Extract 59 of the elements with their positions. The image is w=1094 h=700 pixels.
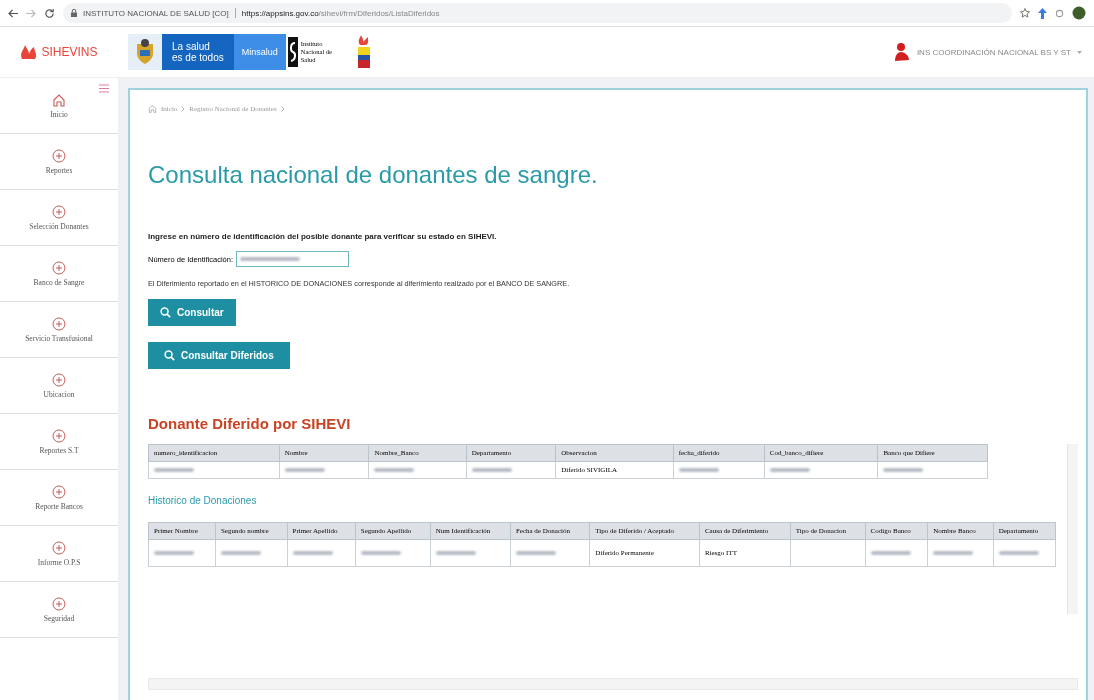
url-text: https://appsins.gov.co/sihevi/frm/Diferidos/ListaDiferidos xyxy=(241,8,440,18)
brand-logo[interactable]: SIHEVINS xyxy=(0,44,118,60)
blurred-value xyxy=(374,468,415,472)
home-icon xyxy=(52,92,66,107)
section-title: Historico de Donaciones xyxy=(148,495,258,506)
plus-circle-icon xyxy=(52,372,66,387)
user-menu[interactable]: INS COORDINACIÓN NACIONAL BS Y ST xyxy=(892,42,1094,62)
id-input-field[interactable] xyxy=(236,251,350,267)
plus-circle-icon xyxy=(52,596,66,611)
plus-circle-icon xyxy=(52,540,66,555)
plus-circle-icon xyxy=(52,204,66,219)
blurred-value xyxy=(870,551,911,555)
back-icon[interactable] xyxy=(8,8,18,18)
blurred-value xyxy=(471,468,512,472)
user-icon xyxy=(892,42,911,62)
institute-logo-icon xyxy=(287,37,298,67)
section-title: Donante Diferido por SIHEVI xyxy=(148,415,352,432)
site-label: INSTITUTO NACIONAL DE SALUD [CO] xyxy=(83,8,229,18)
blurred-value xyxy=(998,551,1039,555)
chevron-icon xyxy=(280,105,285,112)
slogan-text: La salud es de todos xyxy=(162,34,234,70)
star-icon[interactable] xyxy=(1020,8,1030,18)
menu-icon[interactable] xyxy=(99,84,109,93)
ministry-label: Minsalud xyxy=(233,34,286,70)
instruction-text: Ingrese en número de identificación del posible donante para verificar su estado en SIHEVI. xyxy=(148,232,498,241)
search-icon xyxy=(164,350,175,361)
plus-circle-icon xyxy=(52,316,66,331)
search-icon xyxy=(160,307,171,318)
blurred-value xyxy=(154,468,194,472)
plus-circle-icon xyxy=(52,260,66,275)
plus-circle-icon xyxy=(52,148,66,163)
plus-circle-icon xyxy=(52,428,66,443)
profile-icon[interactable] xyxy=(1072,6,1086,20)
reload-icon[interactable] xyxy=(44,7,55,19)
blurred-value xyxy=(769,468,810,472)
blurred-value xyxy=(678,468,719,472)
blurred-value xyxy=(435,551,476,555)
blurred-value xyxy=(220,551,261,555)
chevron-icon xyxy=(181,105,186,112)
lock-icon xyxy=(71,9,77,17)
page-title: Consulta nacional de donantes de sangre. xyxy=(148,161,599,189)
search-button[interactable]: Consultar xyxy=(148,299,236,326)
coat-of-arms-icon xyxy=(128,34,162,70)
flag-figure-icon xyxy=(356,35,372,69)
blurred-value xyxy=(360,551,401,555)
blurred-value xyxy=(883,468,924,472)
caret-icon xyxy=(1077,50,1082,54)
plus-circle-icon xyxy=(52,484,66,499)
address-bar[interactable]: INSTITUTO NACIONAL DE SALUD [CO] https://appsins.gov.co/sihevi/frm/Diferidos/ListaDiferidos xyxy=(63,3,1012,23)
blurred-value xyxy=(292,551,333,555)
search-button[interactable]: Consultar Diferidos xyxy=(148,342,290,369)
blurred-value xyxy=(154,551,194,555)
home-icon xyxy=(148,104,157,113)
user-name: INS COORDINACIÓN NACIONAL BS Y ST xyxy=(916,47,1071,57)
blurred-value xyxy=(515,551,556,555)
vertical-scrollbar[interactable] xyxy=(1067,444,1078,614)
blurred-value xyxy=(284,468,325,472)
blurred-value xyxy=(933,551,974,555)
forward-icon[interactable] xyxy=(26,8,36,18)
